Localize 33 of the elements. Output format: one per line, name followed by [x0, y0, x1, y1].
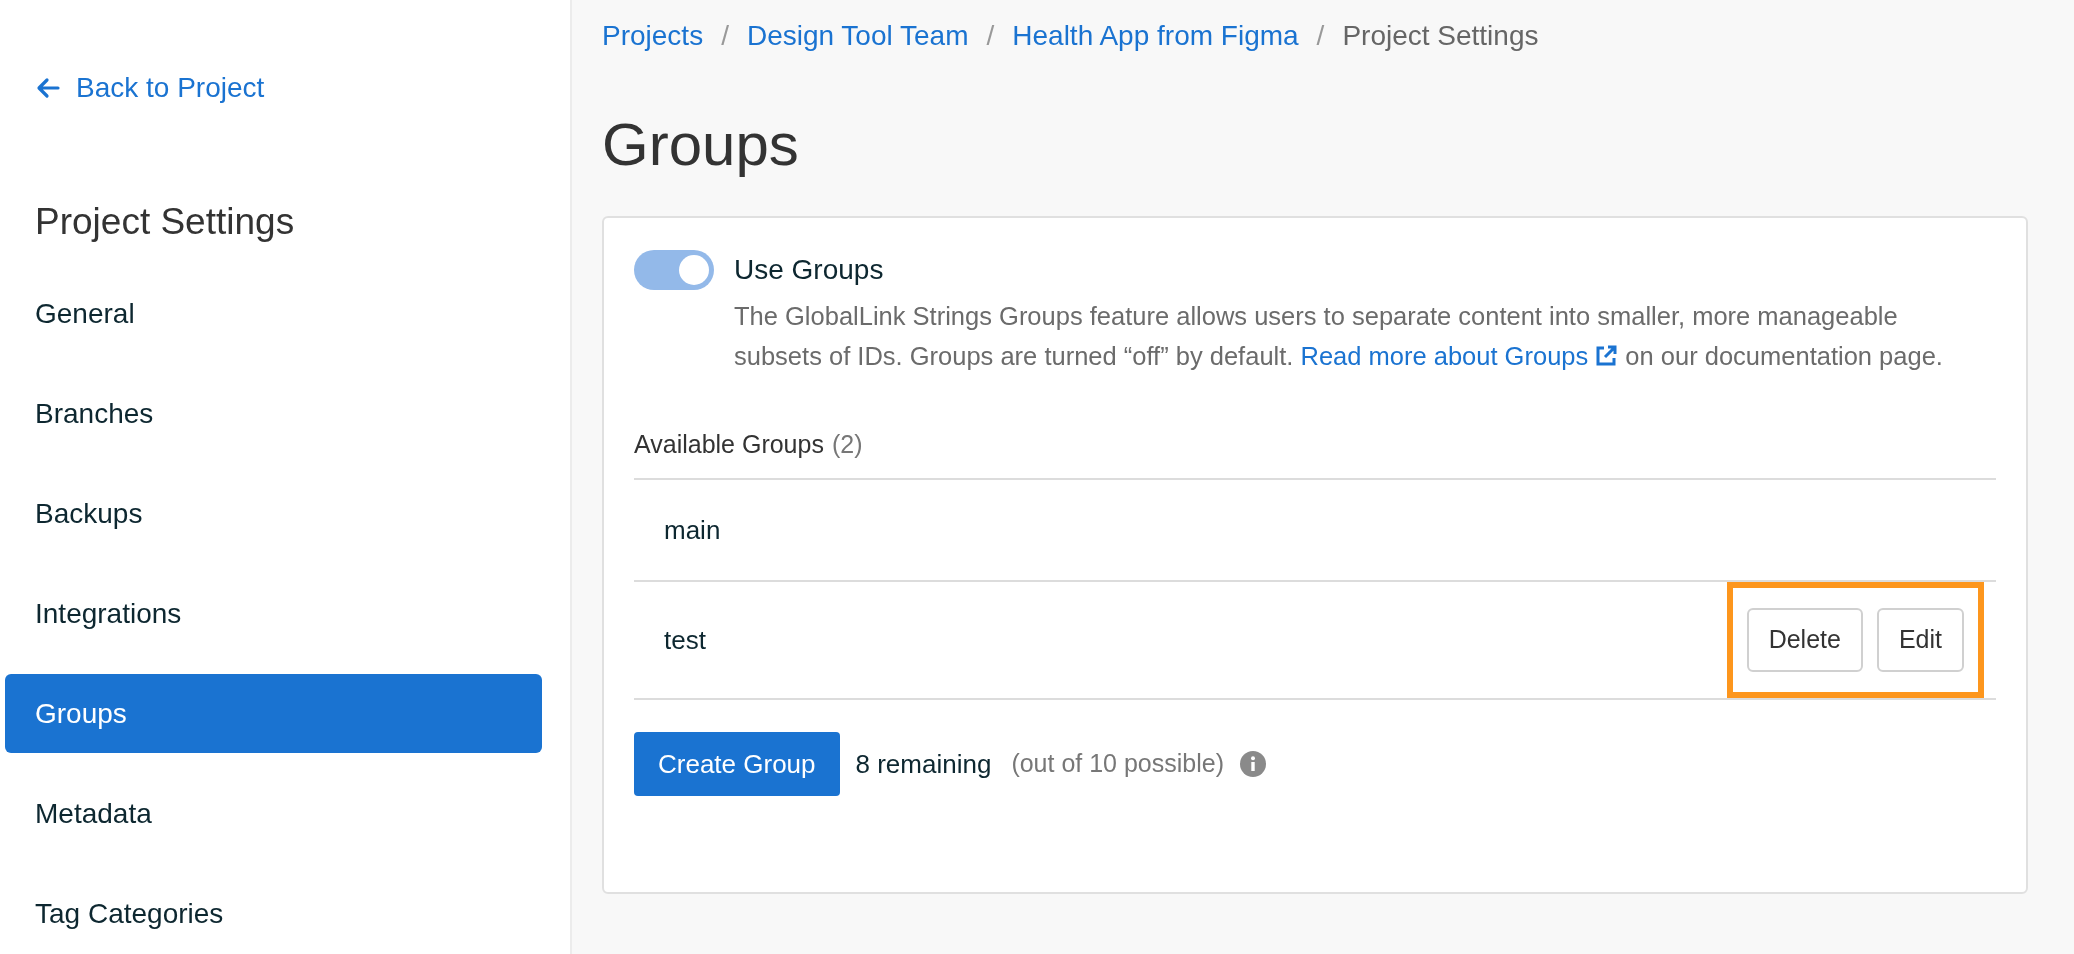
info-icon [1240, 751, 1266, 777]
limit-text: (out of 10 possible) [1011, 748, 1224, 780]
breadcrumb-separator: / [721, 19, 729, 53]
row-action-button[interactable]: Delete [1746, 608, 1863, 672]
create-group-button[interactable]: Create Group [634, 732, 840, 796]
remaining-count: 8 remaining [855, 747, 992, 781]
sidebar-item[interactable]: Integrations [5, 574, 542, 653]
breadcrumb-current: Project Settings [1342, 19, 1539, 53]
page-title: Groups [602, 110, 800, 180]
sidebar-item[interactable]: General [5, 274, 542, 353]
group-name: test [664, 623, 707, 657]
sidebar-item[interactable]: Backups [5, 474, 542, 553]
external-link-icon [1594, 344, 1619, 368]
description-text: The GlobalLink Strings Groups feature allows users to separate content into smaller, more manageable subsets of IDs. Groups are turned “off” by default. Read more about Groups on our documentation page. [734, 296, 1969, 376]
back-link[interactable]: Back to Project [36, 72, 265, 104]
breadcrumb-separator: / [986, 19, 995, 53]
group-count: (2) [831, 429, 863, 460]
breadcrumb-separator: / [1316, 19, 1325, 53]
list-title: Available Groups [634, 429, 824, 460]
sidebar-item[interactable]: Groups [5, 674, 542, 753]
sidebar-item[interactable]: Tag Categories [5, 874, 542, 953]
toggle-switch[interactable] [634, 250, 714, 290]
group-name: main [664, 513, 722, 547]
documentation-link[interactable]: Read more about Groups [1300, 336, 1619, 376]
breadcrumb-link[interactable]: Design Tool Team [746, 18, 969, 54]
row-action-button[interactable]: Edit [1876, 608, 1964, 672]
arrow-left-icon [36, 77, 60, 99]
breadcrumb-link[interactable]: Health App from Figma [1012, 18, 1299, 54]
sidebar-title: Project Settings [35, 200, 296, 244]
toggle-label: Use Groups [734, 253, 885, 287]
breadcrumb-link[interactable]: Projects [602, 18, 704, 54]
sidebar-item[interactable]: Metadata [5, 774, 542, 853]
sidebar-item[interactable]: Branches [5, 374, 542, 453]
